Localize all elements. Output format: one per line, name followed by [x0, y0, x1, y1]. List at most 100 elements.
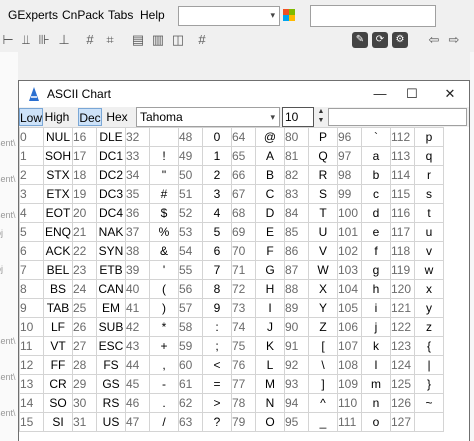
high-button[interactable]: High: [44, 108, 70, 126]
menu-help[interactable]: Help: [140, 8, 165, 22]
ascii-code-cell[interactable]: 108: [337, 355, 362, 375]
spin-up-icon[interactable]: ▲: [316, 107, 326, 116]
ascii-char-cell[interactable]: LF: [43, 317, 73, 337]
ascii-char-cell[interactable]: n: [361, 393, 391, 413]
ascii-char-cell[interactable]: ^: [308, 393, 338, 413]
ascii-char-cell[interactable]: EM: [96, 298, 126, 318]
ascii-char-cell[interactable]: `: [361, 127, 391, 147]
ascii-char-cell[interactable]: VT: [43, 336, 73, 356]
window-icon[interactable]: ▤: [130, 32, 146, 48]
ascii-code-cell[interactable]: 98: [337, 165, 362, 185]
spin-down-icon[interactable]: ▼: [316, 116, 326, 125]
ascii-char-cell[interactable]: [: [308, 336, 338, 356]
ascii-code-cell[interactable]: 25: [72, 298, 97, 318]
ascii-code-cell[interactable]: 38: [125, 241, 150, 261]
ascii-char-cell[interactable]: ~: [414, 393, 444, 413]
ascii-char-cell[interactable]: l: [361, 355, 391, 375]
ascii-char-cell[interactable]: F: [255, 241, 285, 261]
ascii-code-cell[interactable]: 32: [125, 127, 150, 147]
ascii-code-cell[interactable]: 94: [284, 393, 309, 413]
ascii-code-cell[interactable]: 111: [337, 412, 362, 432]
ascii-char-cell[interactable]: P: [308, 127, 338, 147]
ascii-char-cell[interactable]: h: [361, 279, 391, 299]
ascii-code-cell[interactable]: 118: [390, 241, 415, 261]
ascii-code-cell[interactable]: 26: [72, 317, 97, 337]
ascii-code-cell[interactable]: 88: [284, 279, 309, 299]
ascii-char-cell[interactable]: o: [361, 412, 391, 432]
ascii-char-cell[interactable]: b: [361, 165, 391, 185]
ascii-code-cell[interactable]: 85: [284, 222, 309, 242]
ascii-code-cell[interactable]: 102: [337, 241, 362, 261]
ascii-char-cell[interactable]: j: [361, 317, 391, 337]
ascii-char-cell[interactable]: ': [149, 260, 179, 280]
ascii-code-cell[interactable]: 77: [231, 374, 256, 394]
ascii-char-cell[interactable]: CR: [43, 374, 73, 394]
ascii-code-cell[interactable]: 15: [19, 412, 44, 432]
ascii-code-cell[interactable]: 13: [19, 374, 44, 394]
ascii-char-cell[interactable]: ;: [202, 336, 232, 356]
ascii-char-cell[interactable]: EOT: [43, 203, 73, 223]
ascii-code-cell[interactable]: 49: [178, 146, 203, 166]
ascii-char-cell[interactable]: X: [308, 279, 338, 299]
ascii-char-cell[interactable]: 7: [202, 260, 232, 280]
ascii-code-cell[interactable]: 99: [337, 184, 362, 204]
settings-icon[interactable]: ⚙: [392, 32, 408, 48]
ascii-char-cell[interactable]: ,: [149, 355, 179, 375]
maximize-button[interactable]: ☐: [397, 83, 427, 105]
ascii-code-cell[interactable]: 106: [337, 317, 362, 337]
ascii-code-cell[interactable]: 114: [390, 165, 415, 185]
ascii-char-cell[interactable]: 8: [202, 279, 232, 299]
ascii-code-cell[interactable]: 105: [337, 298, 362, 318]
ascii-code-cell[interactable]: 20: [72, 203, 97, 223]
ascii-code-cell[interactable]: 62: [178, 393, 203, 413]
ascii-char-cell[interactable]: BEL: [43, 260, 73, 280]
ascii-char-cell[interactable]: |: [414, 355, 444, 375]
ascii-code-cell[interactable]: 28: [72, 355, 97, 375]
ascii-char-cell[interactable]: DC1: [96, 146, 126, 166]
ascii-code-cell[interactable]: 107: [337, 336, 362, 356]
ascii-code-cell[interactable]: 0: [19, 127, 44, 147]
ascii-char-cell[interactable]: BS: [43, 279, 73, 299]
ascii-char-cell[interactable]: f: [361, 241, 391, 261]
ascii-code-cell[interactable]: 100: [337, 203, 362, 223]
ascii-char-cell[interactable]: }: [414, 374, 444, 394]
ascii-code-cell[interactable]: 103: [337, 260, 362, 280]
ascii-code-cell[interactable]: 89: [284, 298, 309, 318]
ascii-code-cell[interactable]: 119: [390, 260, 415, 280]
copy-window-icon[interactable]: ▥: [150, 32, 166, 48]
align-left-icon[interactable]: ⊢: [0, 32, 16, 48]
ascii-code-cell[interactable]: 68: [231, 203, 256, 223]
ascii-char-cell[interactable]: CAN: [96, 279, 126, 299]
ascii-char-cell[interactable]: 0: [202, 127, 232, 147]
ascii-code-cell[interactable]: 56: [178, 279, 203, 299]
ascii-char-cell[interactable]: i: [361, 298, 391, 318]
ascii-code-cell[interactable]: 16: [72, 127, 97, 147]
ascii-code-cell[interactable]: 12: [19, 355, 44, 375]
ascii-char-cell[interactable]: I: [255, 298, 285, 318]
ascii-char-cell[interactable]: Z: [308, 317, 338, 337]
ascii-code-cell[interactable]: 33: [125, 146, 150, 166]
forward-arrow-icon[interactable]: ⇨: [446, 32, 462, 48]
window-titlebar[interactable]: ASCII Chart — ☐ ✕: [19, 81, 469, 107]
ascii-code-cell[interactable]: 80: [284, 127, 309, 147]
ascii-code-cell[interactable]: 6: [19, 241, 44, 261]
ascii-char-cell[interactable]: A: [255, 146, 285, 166]
ascii-char-cell[interactable]: [414, 412, 444, 432]
ascii-code-cell[interactable]: 70: [231, 241, 256, 261]
ascii-char-cell[interactable]: D: [255, 203, 285, 223]
edit-icon[interactable]: ✎: [352, 32, 368, 48]
ascii-char-cell[interactable]: q: [414, 146, 444, 166]
ascii-char-cell[interactable]: N: [255, 393, 285, 413]
ascii-char-cell[interactable]: 9: [202, 298, 232, 318]
ascii-code-cell[interactable]: 18: [72, 165, 97, 185]
ascii-char-cell[interactable]: ": [149, 165, 179, 185]
ascii-code-cell[interactable]: 97: [337, 146, 362, 166]
ascii-code-cell[interactable]: 86: [284, 241, 309, 261]
ascii-char-cell[interactable]: 2: [202, 165, 232, 185]
ascii-code-cell[interactable]: 21: [72, 222, 97, 242]
ascii-code-cell[interactable]: 53: [178, 222, 203, 242]
ascii-char-cell[interactable]: <: [202, 355, 232, 375]
ascii-char-cell[interactable]: SO: [43, 393, 73, 413]
ascii-code-cell[interactable]: 17: [72, 146, 97, 166]
ascii-char-cell[interactable]: a: [361, 146, 391, 166]
